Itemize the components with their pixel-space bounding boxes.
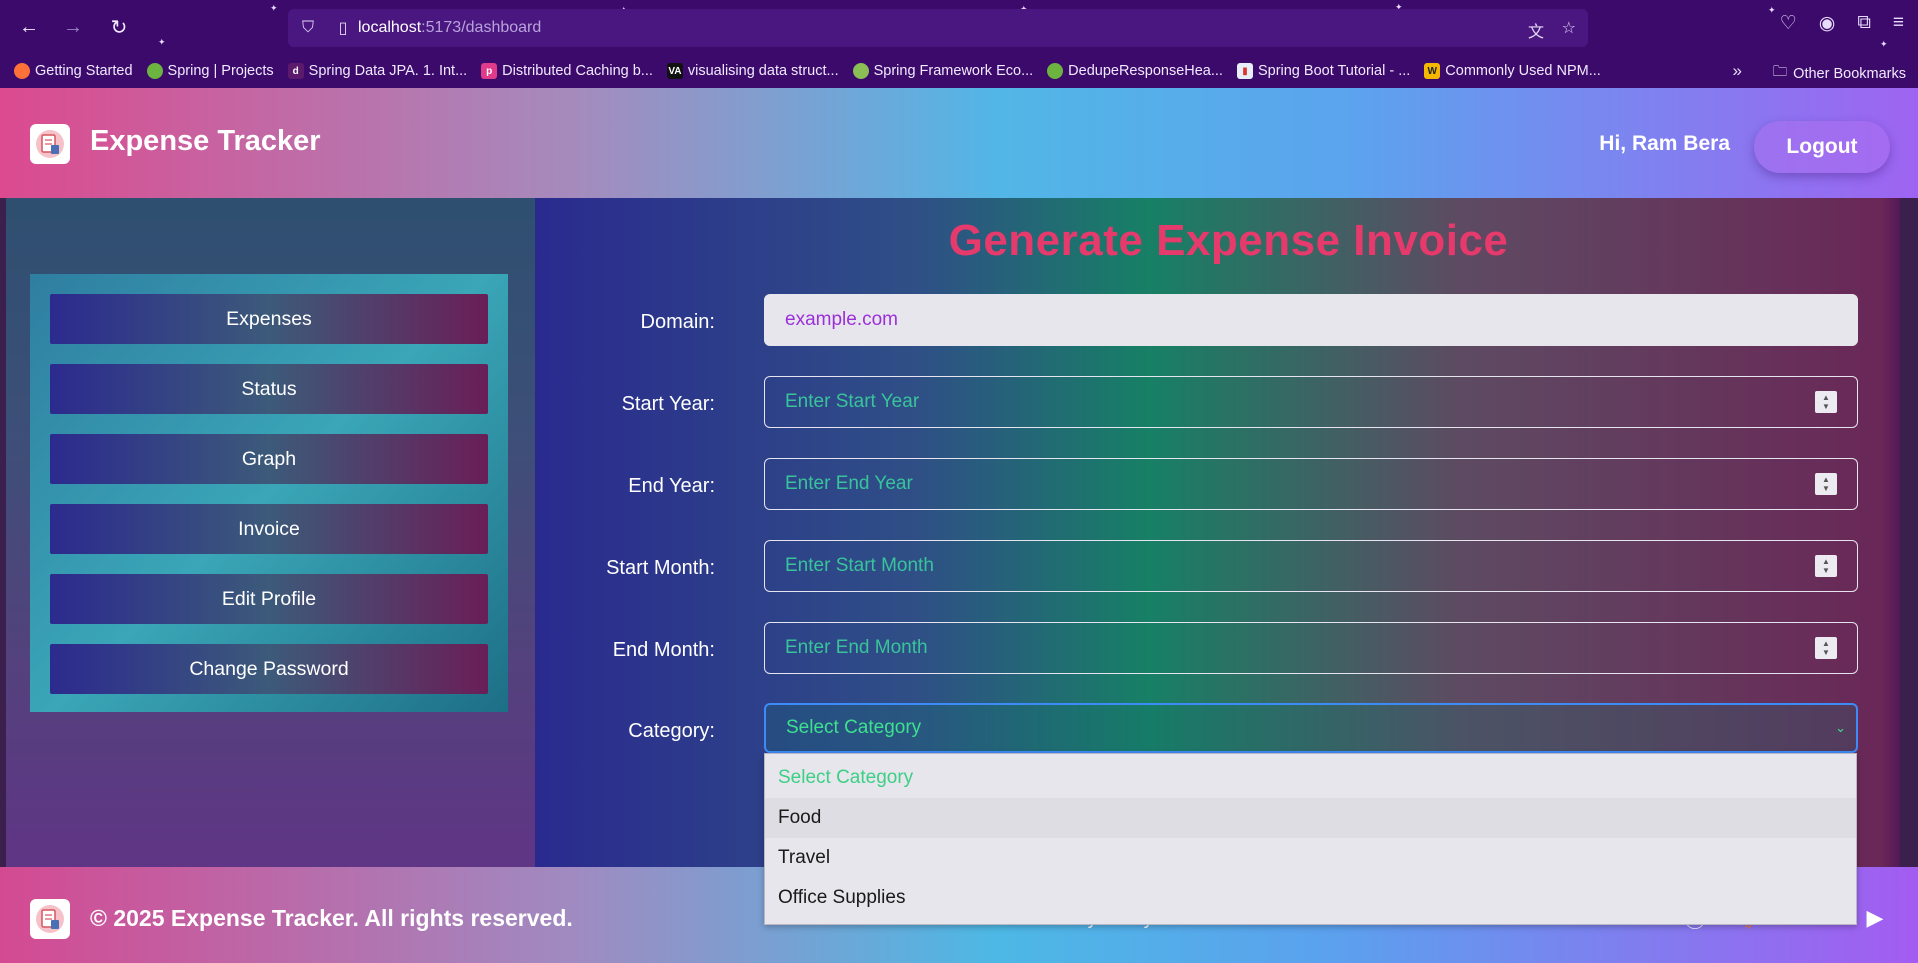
visualgo-icon: VA <box>666 63 683 79</box>
start-month-label: Start Month: <box>606 557 715 579</box>
domain-label: Domain: <box>640 311 715 333</box>
sidebar-item-edit-profile[interactable]: Edit Profile <box>50 574 488 624</box>
browser-toolbar: ✦ ✦ ✦ ✦ ✦ ✦ ✦ ✦ ✦ ✦ ✦ ← → ↻ ⛉ ▯ localhos… <box>0 0 1918 88</box>
category-option[interactable]: Office Supplies <box>765 878 1856 918</box>
logout-button[interactable]: Logout <box>1754 121 1890 173</box>
bookmark-item[interactable]: Spring Framework Eco... <box>852 63 1033 79</box>
sidebar-item-change-password[interactable]: Change Password <box>50 644 488 694</box>
end-month-label: End Month: <box>612 639 715 661</box>
cache-icon: p <box>481 63 498 79</box>
end-year-stepper[interactable]: ▲ ▼ <box>1815 473 1837 495</box>
end-year-input[interactable]: Enter End Year ▲ ▼ <box>764 458 1858 510</box>
footer-logo <box>30 899 70 939</box>
spring-icon <box>1047 63 1064 79</box>
invoice-logo-icon <box>36 130 64 158</box>
app-logo[interactable] <box>30 124 70 164</box>
sidebar-item-graph[interactable]: Graph <box>50 434 488 484</box>
user-greeting: Hi, Ram Bera <box>1599 132 1730 155</box>
end-year-label: End Year: <box>628 475 715 497</box>
page-icon: ▯ <box>338 20 348 37</box>
bookmark-item[interactable]: W Commonly Used NPM... <box>1424 63 1601 79</box>
chart-icon: ▮ <box>1236 63 1253 79</box>
invoice-logo-icon <box>36 905 64 933</box>
forward-button[interactable]: → <box>58 12 88 42</box>
start-year-input[interactable]: Enter Start Year ▲ ▼ <box>764 376 1858 428</box>
reload-button[interactable]: ↻ <box>104 12 134 42</box>
firefox-icon <box>14 63 30 79</box>
folder-icon: 🗀 <box>1772 64 1788 80</box>
category-option[interactable]: Select Category <box>765 758 1856 798</box>
url-path: :5173/dashboard <box>421 19 542 36</box>
pocket-icon[interactable]: ♡ <box>1780 12 1797 35</box>
domain-input[interactable]: example.com <box>764 294 1858 346</box>
bookmark-item[interactable]: p Distributed Caching b... <box>481 63 653 79</box>
bookmark-item[interactable]: ▮ Spring Boot Tutorial - ... <box>1236 63 1410 79</box>
start-year-stepper[interactable]: ▲ ▼ <box>1815 391 1837 413</box>
start-year-label: Start Year: <box>621 393 715 415</box>
category-select[interactable]: Select Category ⌄ <box>764 703 1858 753</box>
jpa-icon: d <box>287 63 304 79</box>
sidebar: Expenses Status Graph Invoice Edit Profi… <box>6 198 535 867</box>
category-dropdown-list: Select Category Food Travel Office Suppl… <box>764 753 1857 925</box>
bookmark-item[interactable]: DedupeResponseHea... <box>1047 63 1223 79</box>
category-option[interactable]: Food <box>765 798 1856 838</box>
translate-icon[interactable]: 文 <box>1528 18 1544 42</box>
bookmark-item[interactable]: VA visualising data struct... <box>666 63 839 79</box>
menu-icon[interactable]: ≡ <box>1893 12 1904 35</box>
youtube-icon[interactable]: ▶ <box>1860 903 1890 933</box>
start-month-stepper[interactable]: ▲ ▼ <box>1815 555 1837 577</box>
bookmarks-bar: Getting Started Spring | Projects d Sprin… <box>0 56 1918 86</box>
leaf-icon <box>852 63 869 79</box>
bookmark-star-icon[interactable]: ☆ <box>1562 18 1576 38</box>
sidebar-item-status[interactable]: Status <box>50 364 488 414</box>
sidebar-item-invoice[interactable]: Invoice <box>50 504 488 554</box>
extensions-icon[interactable]: ⧉ <box>1857 12 1871 35</box>
category-option[interactable]: Travel <box>765 838 1856 878</box>
app-title: Expense Tracker <box>90 125 321 157</box>
other-bookmarks[interactable]: 🗀 Other Bookmarks <box>1773 61 1906 86</box>
shield-icon[interactable]: ⛉ <box>288 19 328 37</box>
bookmark-item[interactable]: Getting Started <box>14 63 133 79</box>
w3-icon: W <box>1424 63 1441 79</box>
form-title: Generate Expense Invoice <box>948 216 1509 265</box>
start-month-input[interactable]: Enter Start Month ▲ ▼ <box>764 540 1858 592</box>
category-label: Category: <box>628 720 715 742</box>
chevron-down-icon: ⌄ <box>1835 720 1846 735</box>
copyright-text: © 2025 Expense Tracker. All rights reser… <box>90 905 573 931</box>
bookmark-item[interactable]: d Spring Data JPA. 1. Int... <box>287 63 467 79</box>
bookmark-item[interactable]: Spring | Projects <box>146 63 274 79</box>
back-button[interactable]: ← <box>14 12 44 42</box>
url-host: localhost <box>358 19 422 36</box>
account-icon[interactable]: ◉ <box>1819 12 1836 35</box>
app-header: Expense Tracker Hi, Ram Bera Logout <box>0 88 1918 198</box>
end-month-input[interactable]: Enter End Month ▲ ▼ <box>764 622 1858 674</box>
sidebar-menu: Expenses Status Graph Invoice Edit Profi… <box>30 274 508 712</box>
spring-icon <box>146 63 163 79</box>
bookmarks-overflow-icon[interactable]: » <box>1733 61 1742 81</box>
end-month-stepper[interactable]: ▲ ▼ <box>1815 637 1837 659</box>
address-bar[interactable]: ⛉ ▯ localhost:5173/dashboard 文 ☆ <box>288 9 1588 47</box>
sidebar-item-expenses[interactable]: Expenses <box>50 294 488 344</box>
